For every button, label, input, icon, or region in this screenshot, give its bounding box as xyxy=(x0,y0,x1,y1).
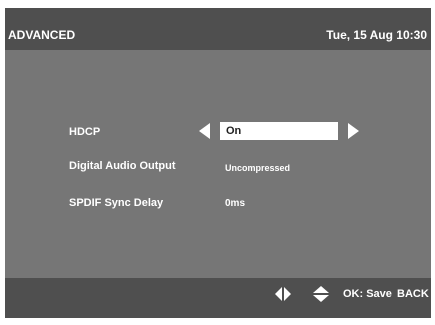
ok-save-hint[interactable]: OK: Save xyxy=(343,288,392,300)
up-down-arrows-icon xyxy=(313,286,329,302)
hdcp-value: On xyxy=(226,125,242,137)
digital-audio-output-value[interactable]: Uncompressed xyxy=(225,163,290,173)
advanced-settings-screen: ADVANCED Tue, 15 Aug 10:30 HDCP On Digit… xyxy=(5,8,431,318)
spdif-sync-delay-value[interactable]: 0ms xyxy=(225,198,245,209)
left-arrow-icon[interactable] xyxy=(199,123,210,139)
setting-label-hdcp: HDCP xyxy=(69,126,101,138)
left-right-arrows-icon xyxy=(275,287,291,301)
back-button[interactable]: BACK xyxy=(397,288,429,300)
page-title: ADVANCED xyxy=(8,28,76,42)
setting-label-spdif-sync-delay[interactable]: SPDIF Sync Delay xyxy=(69,197,163,209)
header-bar: ADVANCED Tue, 15 Aug 10:30 xyxy=(5,8,431,50)
footer-bar: OK: Save BACK xyxy=(5,278,431,318)
setting-label-digital-audio-output[interactable]: Digital Audio Output xyxy=(69,160,176,172)
date-time: Tue, 15 Aug 10:30 xyxy=(326,28,427,42)
right-arrow-icon[interactable] xyxy=(348,123,359,139)
hdcp-value-selector[interactable]: On xyxy=(220,122,338,140)
